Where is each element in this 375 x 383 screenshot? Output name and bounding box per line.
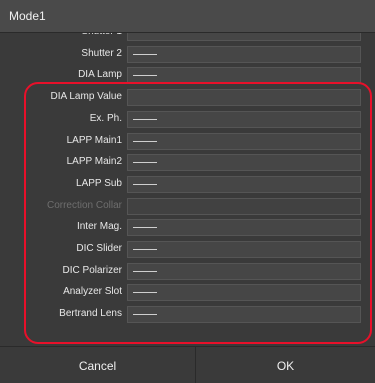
row-value-field[interactable] xyxy=(127,89,361,107)
row-dic-slider: DIC Slider xyxy=(0,240,375,261)
empty-value-dash xyxy=(133,75,157,77)
row-shutter-2: Shutter 2 xyxy=(0,45,375,66)
row-value-field[interactable] xyxy=(127,219,361,237)
row-dia-lamp-value: DIA Lamp Value xyxy=(0,88,375,109)
row-bertrand-lens: Bertrand Lens xyxy=(0,305,375,326)
row-label: Inter Mag. xyxy=(76,221,122,233)
row-value-field[interactable] xyxy=(127,262,361,280)
row-dia-lamp: DIA Lamp xyxy=(0,66,375,87)
row-shutter-1: Shutter 1 xyxy=(0,33,375,44)
empty-value-dash xyxy=(133,314,157,316)
row-label: DIA Lamp xyxy=(78,69,122,81)
row-label: Shutter 1 xyxy=(81,33,122,37)
dialog-title: Mode1 xyxy=(9,9,46,23)
button-bar: Cancel OK xyxy=(0,346,375,383)
row-analyzer-slot: Analyzer Slot xyxy=(0,283,375,304)
row-dic-polarizer: DIC Polarizer xyxy=(0,262,375,283)
mode-dialog: Mode1 Shutter 1 Shutter 2 DIA Lamp DIA Lamp… xyxy=(0,0,375,383)
row-correction-collar: Correction Collar xyxy=(0,197,375,218)
row-label: Correction Collar xyxy=(46,199,122,211)
settings-list[interactable]: Shutter 1 Shutter 2 DIA Lamp DIA Lamp Value… xyxy=(0,33,375,345)
row-value-field[interactable] xyxy=(127,132,361,150)
empty-value-dash xyxy=(133,118,157,120)
row-label: LAPP Sub xyxy=(76,177,122,189)
row-value-field[interactable] xyxy=(127,110,361,128)
row-value-field[interactable] xyxy=(127,306,361,324)
row-ex-ph: Ex. Ph. xyxy=(0,110,375,131)
row-inter-mag: Inter Mag. xyxy=(0,218,375,239)
row-label: DIC Polarizer xyxy=(62,264,122,276)
row-value-field[interactable] xyxy=(127,33,361,41)
empty-value-dash xyxy=(133,162,157,164)
row-value-field[interactable] xyxy=(127,67,361,85)
row-label: Analyzer Slot xyxy=(63,286,122,298)
row-label: DIC Slider xyxy=(76,243,122,254)
row-value-field[interactable] xyxy=(127,241,361,258)
empty-value-dash xyxy=(133,140,157,142)
row-value-field[interactable] xyxy=(127,45,361,63)
row-label: Shutter 2 xyxy=(81,47,122,59)
row-label: Bertrand Lens xyxy=(59,308,122,320)
empty-value-dash xyxy=(133,53,157,55)
cancel-button[interactable]: Cancel xyxy=(0,347,196,383)
row-value-field[interactable] xyxy=(127,284,361,302)
row-lapp-main1: LAPP Main1 xyxy=(0,132,375,153)
row-value-field xyxy=(127,197,361,215)
row-lapp-sub: LAPP Sub xyxy=(0,175,375,196)
empty-value-dash xyxy=(133,183,157,185)
row-label: LAPP Main1 xyxy=(66,134,122,146)
empty-value-dash xyxy=(133,270,157,272)
row-label: Ex. Ph. xyxy=(89,112,122,124)
row-label: LAPP Main2 xyxy=(66,156,122,168)
empty-value-dash xyxy=(133,249,157,250)
ok-button[interactable]: OK xyxy=(196,347,375,383)
row-label: DIA Lamp Value xyxy=(50,91,122,103)
row-value-field[interactable] xyxy=(127,175,361,193)
title-bar: Mode1 xyxy=(0,0,375,33)
empty-value-dash xyxy=(133,292,157,294)
row-value-field[interactable] xyxy=(127,154,361,172)
row-lapp-main2: LAPP Main2 xyxy=(0,153,375,174)
empty-value-dash xyxy=(133,227,157,229)
